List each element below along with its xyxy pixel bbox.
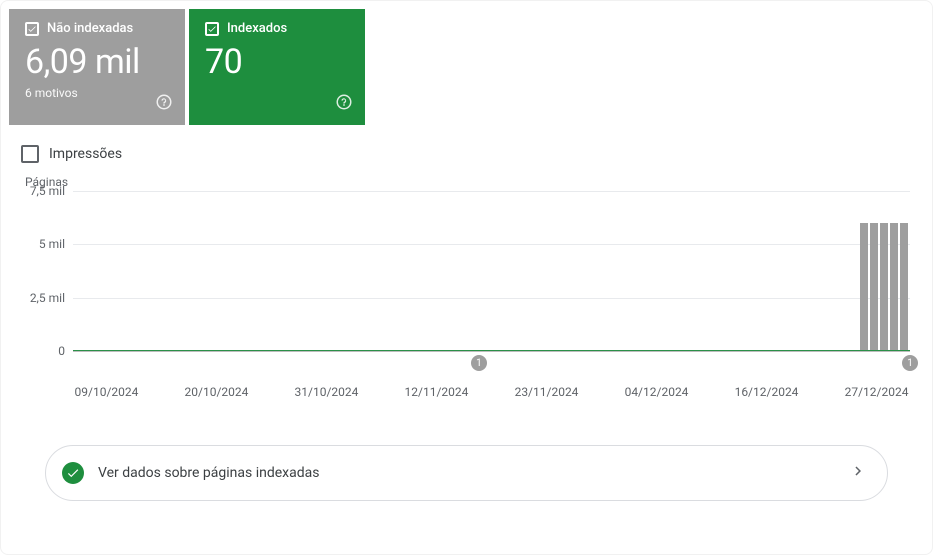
event-marker[interactable]: 1: [902, 355, 918, 371]
bar: [890, 223, 898, 351]
checkbox-checked-icon: [25, 22, 39, 36]
chevron-right-icon: [849, 462, 867, 484]
plot-area: [73, 191, 910, 351]
index-status-card: Não indexadas 6,09 mil 6 motivos Indexad…: [0, 0, 933, 555]
y-tick: 5 mil: [39, 237, 65, 251]
x-tick: 20/10/2024: [185, 385, 249, 399]
y-tick: 2,5 mil: [30, 291, 65, 305]
impressions-toggle[interactable]: Impressões: [9, 125, 924, 171]
chart-markers: 11: [23, 355, 910, 375]
y-axis-title: Páginas: [25, 175, 910, 189]
tile-label: Indexados: [227, 21, 287, 36]
tile-subtext: 6 motivos: [25, 86, 169, 100]
bar: [880, 223, 888, 351]
x-tick: 09/10/2024: [75, 385, 139, 399]
bar: [900, 223, 908, 351]
view-indexed-pages-link[interactable]: Ver dados sobre páginas indexadas: [45, 445, 888, 501]
impressions-label: Impressões: [49, 146, 122, 162]
chart-plot: 7,5 mil 5 mil 2,5 mil 0: [23, 191, 910, 351]
checkbox-unchecked-icon: [21, 145, 39, 163]
series-line: [73, 350, 910, 351]
metric-tiles: Não indexadas 6,09 mil 6 motivos Indexad…: [9, 9, 924, 125]
x-tick: 16/12/2024: [735, 385, 799, 399]
help-icon[interactable]: [335, 93, 353, 115]
tile-value: 6,09 mil: [25, 42, 169, 82]
tile-header: Não indexadas: [25, 21, 169, 36]
x-tick: 31/10/2024: [295, 385, 359, 399]
bar: [860, 223, 868, 351]
tile-not-indexed[interactable]: Não indexadas 6,09 mil 6 motivos: [9, 9, 185, 125]
y-axis: 7,5 mil 5 mil 2,5 mil 0: [23, 191, 73, 351]
tile-label: Não indexadas: [47, 21, 133, 36]
y-tick: 7,5 mil: [30, 184, 65, 198]
tile-value: 70: [205, 42, 349, 82]
checkbox-checked-icon: [205, 22, 219, 36]
link-card-text: Ver dados sobre páginas indexadas: [98, 465, 319, 481]
bar: [870, 223, 878, 351]
x-tick: 27/12/2024: [845, 385, 909, 399]
x-tick: 12/11/2024: [405, 385, 469, 399]
x-tick: 04/12/2024: [625, 385, 689, 399]
chart: Páginas 7,5 mil 5 mil 2,5 mil 0 11 09/10…: [9, 171, 924, 405]
recent-bars: [860, 191, 908, 351]
x-axis: 09/10/2024 20/10/2024 31/10/2024 12/11/2024…: [23, 385, 910, 405]
tile-indexed[interactable]: Indexados 70: [189, 9, 365, 125]
x-tick: 23/11/2024: [515, 385, 579, 399]
event-marker[interactable]: 1: [471, 355, 487, 371]
tile-header: Indexados: [205, 21, 349, 36]
check-circle-icon: [62, 462, 84, 484]
help-icon[interactable]: [155, 93, 173, 115]
